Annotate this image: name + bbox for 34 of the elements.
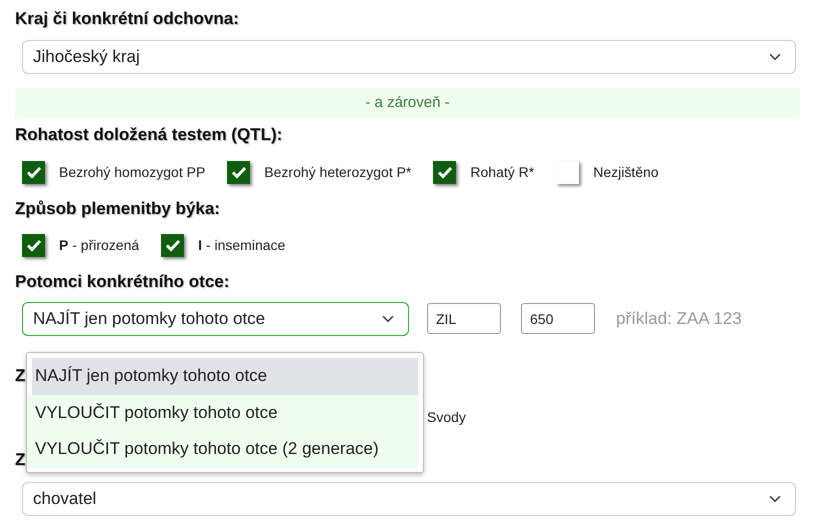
sire-mode-select[interactable]: NAJÍT jen potomky tohoto otce [22, 302, 409, 336]
dropdown-item[interactable]: VYLOUČIT potomky tohoto otce [27, 394, 418, 431]
checkbox[interactable] [227, 160, 250, 184]
section-heading: Potomci konkrétního otce: [15, 271, 230, 293]
checkbox[interactable] [433, 160, 456, 184]
check-icon [164, 239, 181, 252]
code-field[interactable]: ZIL [427, 303, 501, 334]
check-icon [26, 166, 42, 178]
section-heading: Rohatost doložená testem (QTL): [15, 124, 282, 146]
checkbox[interactable] [22, 160, 45, 184]
checkbox-label: Bezrohý heterozygot P* [264, 162, 412, 182]
checkbox-label: P - přirozená [59, 236, 140, 255]
checkbox-label: Nezjištěno [593, 162, 659, 182]
checkbox[interactable] [556, 160, 580, 184]
check-icon [26, 239, 42, 252]
check-icon [436, 166, 453, 178]
section-heading: Kraj či konkrétní odchovna: [15, 8, 239, 30]
hint-text: příklad: ZAA 123 [616, 308, 742, 330]
number-field[interactable]: 650 [521, 303, 595, 334]
checkbox[interactable] [22, 234, 45, 257]
separator-text: - a zároveň - [15, 88, 800, 118]
display-select[interactable]: chovatel [22, 482, 796, 516]
dropdown-item[interactable]: NAJÍT jen potomky tohoto otce [32, 358, 418, 394]
check-icon [230, 166, 247, 178]
section-heading: Způsob plemenitby býka: [15, 198, 220, 220]
checkbox-label: Svody [427, 409, 466, 425]
checkbox-label: I - inseminace [198, 236, 286, 255]
region-select[interactable]: Jihočeský kraj [22, 40, 796, 74]
section-heading: Z [15, 364, 26, 386]
checkbox[interactable] [161, 234, 184, 257]
checkbox-label: Bezrohý homozygot PP [59, 162, 206, 182]
section-heading: Z [15, 449, 26, 471]
dropdown-item[interactable]: VYLOUČIT potomky tohoto otce (2 generace) [27, 431, 418, 468]
checkbox-label: Rohatý R* [470, 162, 534, 182]
